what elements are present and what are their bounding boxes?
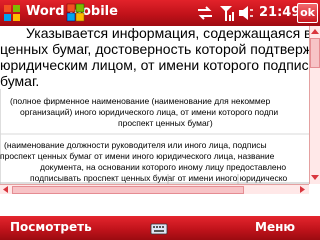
view-softkey[interactable]: Посмотреть xyxy=(10,220,92,234)
menu-softkey[interactable]: Меню xyxy=(255,220,295,234)
document-area[interactable]: Указывается информация, содержащаяся в н… xyxy=(0,26,309,184)
scroll-left-icon[interactable] xyxy=(1,185,10,194)
volume-icon[interactable] xyxy=(238,4,254,22)
scroll-right-icon[interactable] xyxy=(298,185,307,194)
vertical-scroll-thumb[interactable] xyxy=(310,38,320,68)
sync-icon[interactable] xyxy=(197,4,213,22)
clock[interactable]: 21:49 xyxy=(259,5,300,20)
app-switch-icon xyxy=(66,3,85,22)
horizontal-scroll-thumb[interactable] xyxy=(12,186,244,194)
keyboard-icon[interactable] xyxy=(150,220,168,236)
table-borders xyxy=(0,89,309,184)
windows-start-icon[interactable] xyxy=(2,3,22,23)
title-bar: Word Mobile 21:49 ok xyxy=(0,0,320,26)
scroll-down-icon[interactable] xyxy=(310,173,320,182)
scrollbar-corner xyxy=(309,184,320,194)
vertical-scrollbar[interactable] xyxy=(309,26,320,184)
softkey-bar: Посмотреть Меню xyxy=(0,216,320,240)
ok-button[interactable]: ok xyxy=(297,3,318,23)
signal-icon[interactable] xyxy=(218,4,234,22)
blank-area xyxy=(0,194,320,216)
horizontal-scrollbar[interactable] xyxy=(0,184,309,194)
scroll-up-icon[interactable] xyxy=(310,27,320,36)
